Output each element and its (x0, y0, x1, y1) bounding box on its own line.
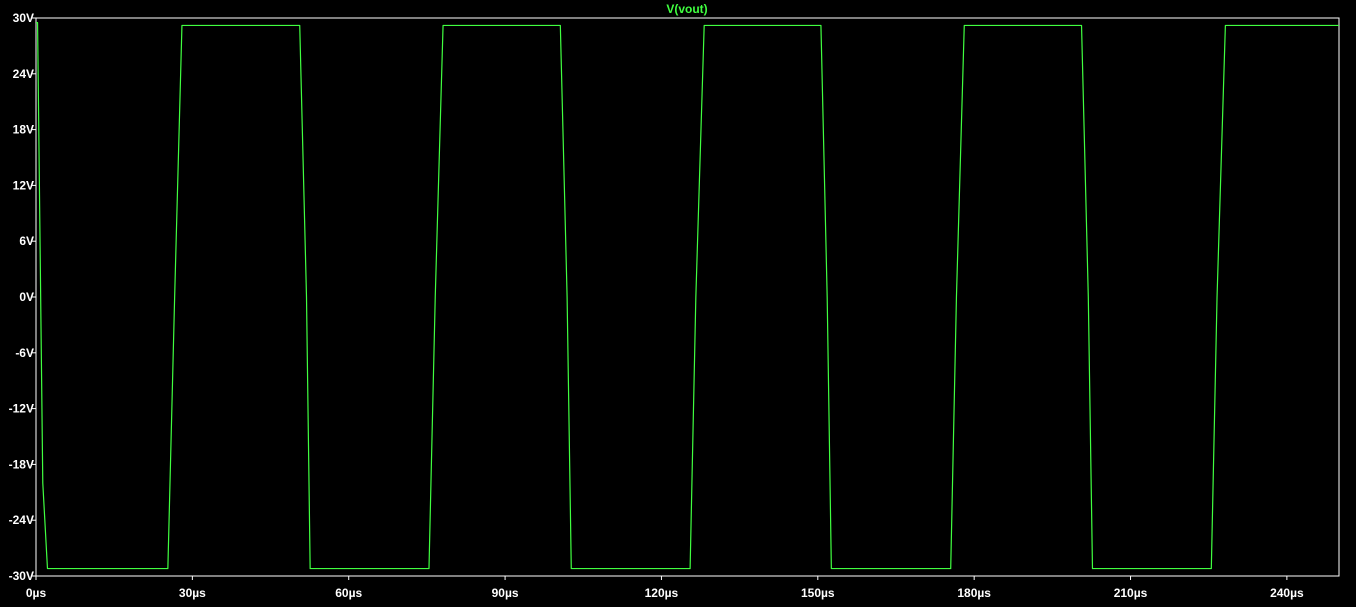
x-tick-label: 240µs (1270, 586, 1304, 600)
y-tick-label: -12V (9, 402, 34, 416)
y-tick-label: 24V (13, 67, 34, 81)
y-axis: 30V 24V 18V 12V 6V 0V -6V -12V -18V -24V -30V (9, 11, 36, 583)
y-tick-label: 30V (13, 11, 34, 25)
y-tick-label: 0V (19, 290, 34, 304)
trace-layer (36, 22, 1339, 570)
x-tick-label: 120µs (645, 586, 679, 600)
waveform-chart: V(vout) 30V 24V 18V 12V 6V 0V -6V -12V -18V -24V -… (9, 2, 1340, 600)
x-tick-label: 90µs (492, 586, 519, 600)
x-tick-label: 0µs (26, 586, 47, 600)
x-tick-label: 150µs (801, 586, 835, 600)
x-tick-label: 210µs (1114, 586, 1148, 600)
y-tick-label: 12V (13, 178, 34, 192)
x-tick-label: 60µs (335, 586, 362, 600)
trace-title[interactable]: V(vout) (666, 2, 707, 16)
series-line-vout (36, 22, 1339, 570)
y-tick-label: 18V (13, 123, 34, 137)
y-tick-label: -24V (9, 513, 34, 527)
y-tick-label: -30V (9, 569, 34, 583)
x-tick-label: 180µs (957, 586, 991, 600)
x-axis: 0µs 30µs 60µs 90µs 120µs 150µs 180µs 210µs 240µs (26, 576, 1304, 600)
x-tick-label: 30µs (179, 586, 206, 600)
plot-window: V(vout) 30V 24V 18V 12V 6V 0V -6V -12V -18V -24V -… (0, 0, 1356, 602)
y-tick-label: 6V (19, 234, 34, 248)
plot-frame (35, 17, 1340, 577)
y-tick-label: -18V (9, 457, 34, 471)
y-tick-label: -6V (15, 346, 34, 360)
